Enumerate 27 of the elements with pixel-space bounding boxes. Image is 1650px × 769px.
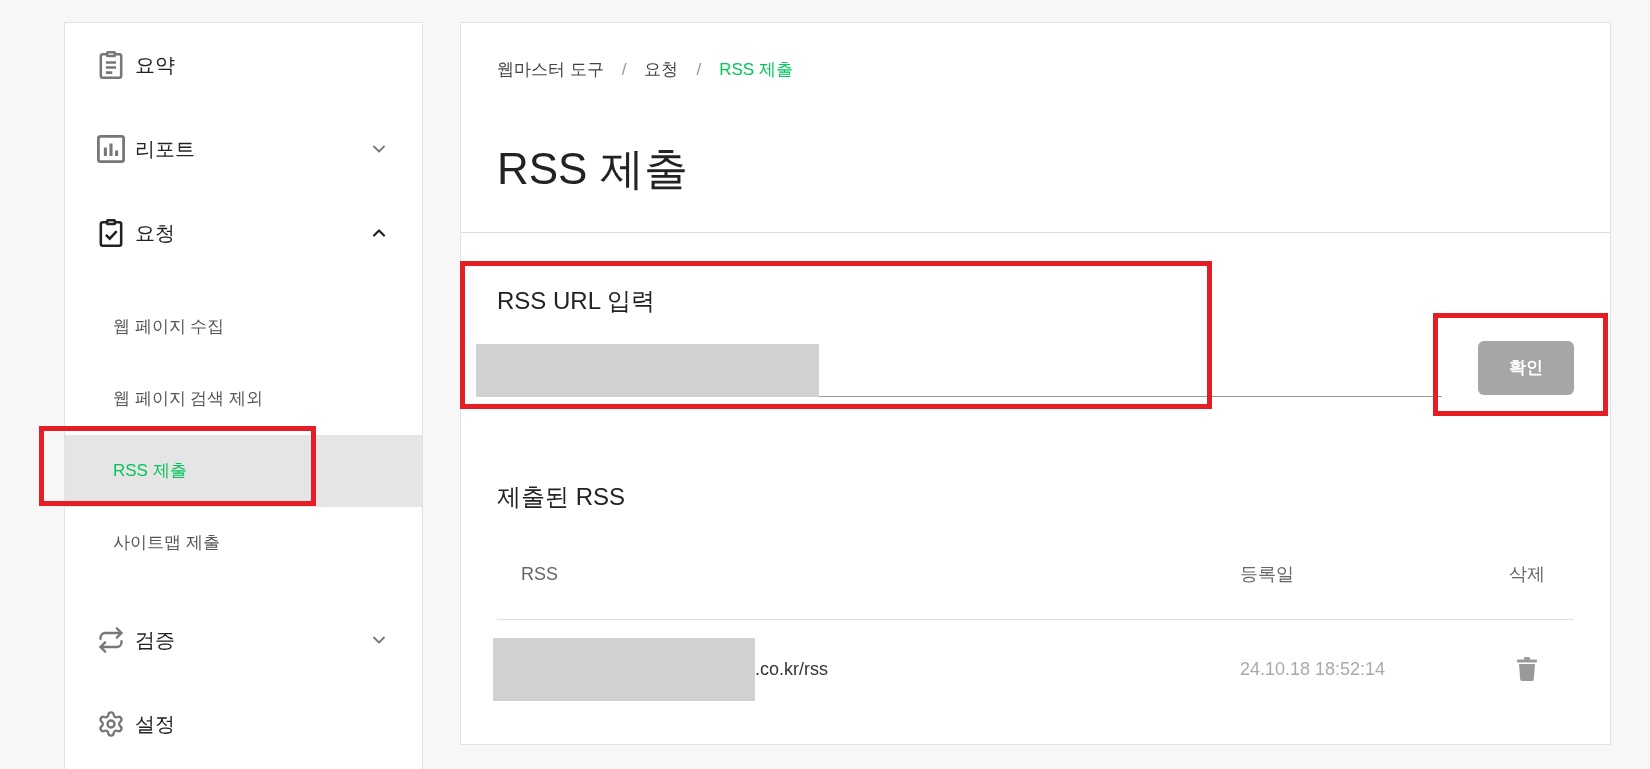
breadcrumb-link[interactable]: 웹마스터 도구 [497,58,604,82]
sidebar-item[interactable]: 요청 [65,191,422,275]
clipboard-check-icon [97,219,125,247]
sidebar-item[interactable]: 검증 [65,598,422,682]
delete-button[interactable] [1517,657,1537,681]
settings-icon [97,710,125,738]
column-header: 등록일 [1240,563,1295,586]
section-title: 제출된 RSS [497,482,626,512]
column-header: 삭제 [1508,563,1546,586]
field-label: RSS URL 입력 [497,286,656,316]
sidebar-item[interactable]: 요약 [65,23,422,107]
breadcrumb-link[interactable]: 요청 [644,58,679,82]
sidebar-subitem[interactable]: 웹 페이지 검색 제외 [65,363,422,435]
sidebar-subitem[interactable]: 웹 페이지 수집 [65,291,422,363]
trash-icon [1517,657,1537,681]
rss-url: .co.kr/rss [755,657,828,681]
registered-date: 24.10.18 18:52:14 [1240,657,1387,681]
breadcrumb-separator: / [696,59,702,81]
clipboard-list-icon [97,51,125,79]
sidebar-item[interactable]: 리포트 [65,107,422,191]
page-title: RSS 제출 [497,143,689,195]
sidebar-subitem[interactable]: 사이트맵 제출 [65,507,422,579]
sidebar-item[interactable]: 설정 [65,682,422,766]
column-header: RSS [520,563,559,586]
breadcrumb-separator: / [621,59,627,81]
repeat-arrows-icon [97,626,125,654]
bar-chart-icon [97,135,125,163]
